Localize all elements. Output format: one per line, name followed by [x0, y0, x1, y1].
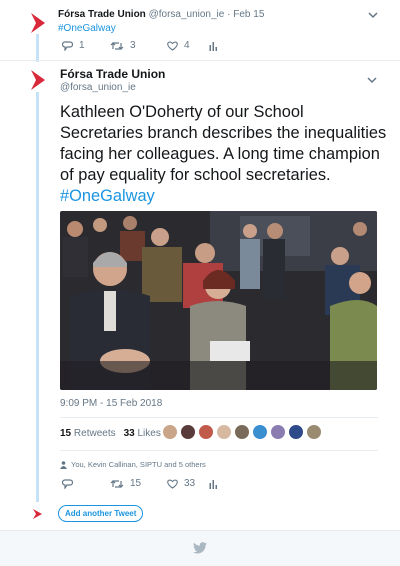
avatar[interactable] [234, 424, 250, 440]
retweets-stat[interactable]: 15 Retweets [60, 428, 116, 439]
likes-stat[interactable]: 33 Likes [124, 428, 161, 439]
thread-line [36, 92, 39, 502]
analytics-icon[interactable] [209, 479, 217, 489]
forsa-logo-small [33, 509, 42, 519]
avatar[interactable] [180, 424, 196, 440]
like-button[interactable]: 33 [167, 478, 209, 489]
tweet-body: Kathleen O'Doherty of our School Secreta… [60, 103, 387, 184]
avatar[interactable] [270, 424, 286, 440]
retweets-stat-count: 15 [60, 428, 72, 439]
hashtag-link[interactable]: #OneGalway [60, 187, 155, 205]
like-button[interactable]: 4 [167, 40, 209, 51]
likes-stat-count: 33 [123, 428, 135, 439]
author-name[interactable]: Fórsa Trade Union [60, 67, 165, 81]
heart-icon [167, 479, 178, 489]
tweet-divider [0, 60, 400, 61]
chevron-down-icon[interactable] [368, 10, 378, 20]
tweet-date[interactable]: Feb 15 [233, 9, 264, 20]
liked-by[interactable]: You, Kevin Callinan, SIPTU and 5 others [60, 460, 206, 469]
tweet-photo[interactable] [60, 211, 377, 390]
first-tweet[interactable]: Fórsa Trade Union @forsa_union_ie · Feb … [58, 9, 388, 34]
stats-divider-bottom [60, 450, 378, 451]
like-count: 4 [184, 40, 190, 51]
retweet-button[interactable]: 15 [110, 478, 167, 489]
separator: · [227, 9, 231, 20]
avatar[interactable] [288, 424, 304, 440]
hashtag-link[interactable]: #OneGalway [58, 23, 388, 34]
analytics-icon[interactable] [209, 41, 217, 51]
person-icon [60, 460, 67, 469]
thread-line [36, 34, 39, 62]
reply-button[interactable] [62, 478, 110, 489]
retweets-stat-label: Retweets [73, 428, 116, 439]
avatar[interactable] [162, 424, 178, 440]
tweet-text: Kathleen O'Doherty of our School Secreta… [60, 102, 388, 207]
retweet-button[interactable]: 3 [110, 40, 167, 51]
reply-icon [62, 40, 73, 51]
engagement-stats: 15 Retweets 33 Likes [60, 428, 161, 439]
author-handle[interactable]: @forsa_union_ie [60, 82, 136, 93]
reply-count: 1 [79, 40, 85, 51]
retweet-count: 3 [130, 40, 136, 51]
reply-icon [62, 478, 73, 489]
forsa-logo-avatar[interactable] [29, 12, 47, 34]
first-tweet-actions: 1 3 4 [62, 40, 217, 51]
tweet-timestamp[interactable]: 9:09 PM - 15 Feb 2018 [60, 398, 162, 409]
like-count: 33 [184, 478, 196, 489]
main-tweet-actions: 15 33 [62, 478, 217, 489]
retweet-icon [110, 479, 124, 488]
chevron-down-icon[interactable] [367, 75, 377, 85]
avatar[interactable] [306, 424, 322, 440]
first-tweet-header: Fórsa Trade Union @forsa_union_ie · Feb … [58, 9, 388, 20]
avatar[interactable] [198, 424, 214, 440]
photo-scene [60, 211, 377, 390]
avatar[interactable] [216, 424, 232, 440]
author-handle[interactable]: @forsa_union_ie [149, 9, 225, 20]
reply-button[interactable]: 1 [62, 40, 110, 51]
liker-avatars [162, 424, 322, 440]
forsa-logo-avatar[interactable] [29, 69, 47, 91]
stats-divider-top [60, 417, 378, 418]
retweet-icon [110, 41, 124, 50]
likes-stat-label: Likes [137, 428, 161, 439]
twitter-bird-icon [193, 542, 207, 554]
footer-bar [0, 530, 400, 566]
retweet-count: 15 [130, 478, 142, 489]
heart-icon [167, 41, 178, 51]
add-another-tweet-button[interactable]: Add another Tweet [58, 505, 144, 522]
author-name[interactable]: Fórsa Trade Union [58, 9, 146, 20]
avatar[interactable] [252, 424, 268, 440]
liked-by-text: You, Kevin Callinan, SIPTU and 5 others [71, 460, 206, 469]
